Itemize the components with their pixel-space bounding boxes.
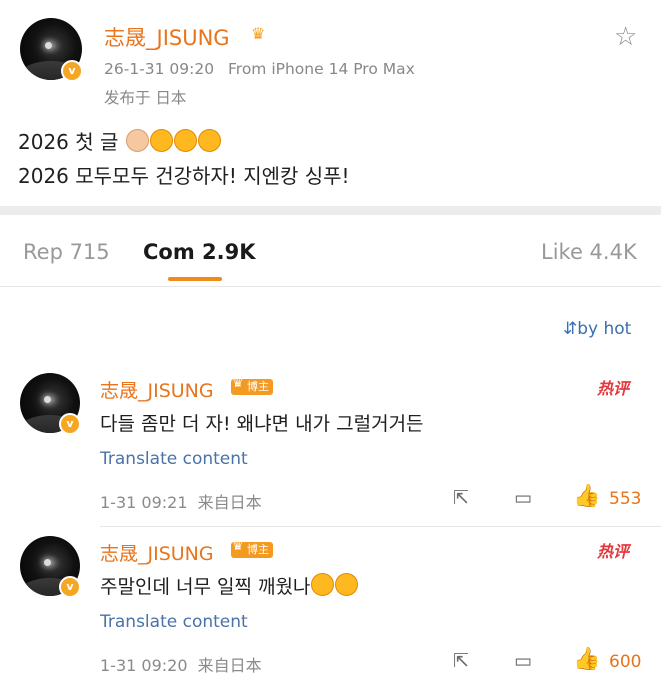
like-count: 553 — [609, 489, 642, 509]
verified-badge-icon: v — [59, 576, 81, 598]
crown-icon: ♛ — [232, 376, 244, 391]
comment-time: 1-31 09:21 来自日本 — [100, 493, 262, 512]
tabs-divider — [0, 286, 661, 287]
laugh-emoji-icon — [173, 129, 197, 152]
thumbs-up-icon[interactable]: 👍 — [573, 484, 600, 509]
sort-icon: ⇵ — [563, 319, 578, 339]
blogger-tag: ♛ 博主 — [231, 376, 273, 395]
avatar-light — [44, 41, 52, 49]
translate-link[interactable]: Translate content — [100, 449, 248, 469]
crown-icon: ♛ — [251, 24, 266, 43]
comment-icon[interactable]: ▭ — [514, 650, 532, 672]
post-source: From iPhone 14 Pro Max — [228, 60, 415, 78]
comment-text: 다들 좀만 더 자! 왜냐면 내가 그럴거거든 — [100, 413, 424, 435]
like-count: 600 — [609, 652, 642, 672]
laugh-emoji-icon — [149, 129, 173, 152]
comment-divider — [100, 526, 661, 527]
author-name[interactable]: 志晟_JISUNG — [104, 22, 230, 52]
crown-icon: ♛ — [232, 539, 244, 554]
avatar-light — [44, 558, 51, 566]
tab-comments[interactable]: Com 2.9K — [143, 240, 256, 264]
active-tab-indicator — [168, 277, 222, 281]
share-icon[interactable]: ⇱ — [453, 650, 469, 672]
post-text-line-2: 2026 모두모두 건강하자! 지엔캉 싱푸! — [18, 164, 350, 188]
tab-likes[interactable]: Like 4.4K — [541, 240, 637, 264]
blogger-tag-label: 博主 — [247, 543, 269, 556]
laugh-emoji-icon — [197, 129, 221, 152]
star-icon[interactable]: ☆ — [614, 22, 637, 52]
comment-author[interactable]: 志晟_JISUNG — [100, 539, 214, 566]
hot-comment-badge: 热评 — [597, 379, 630, 398]
post-location: 发布于 日本 — [104, 89, 187, 107]
blogger-tag-label: 博主 — [247, 380, 269, 393]
comment-icon[interactable]: ▭ — [514, 487, 532, 509]
tab-reposts[interactable]: Rep 715 — [23, 240, 110, 264]
section-divider — [0, 206, 661, 215]
avatar-light — [44, 395, 51, 403]
comment-author[interactable]: 志晟_JISUNG — [100, 376, 214, 403]
comment-text-line: 주말인데 너무 일찍 깨웠나 — [100, 572, 359, 599]
pleading-emoji-icon — [335, 573, 359, 596]
post-text-line-1: 2026 첫 글 — [18, 126, 221, 155]
thumbs-up-icon[interactable]: 👍 — [573, 647, 600, 672]
hot-comment-badge: 热评 — [597, 542, 630, 561]
post-text-1: 2026 첫 글 — [18, 130, 119, 154]
post-timestamp: 26-1-31 09:20 — [104, 60, 215, 78]
blogger-tag: ♛ 博主 — [231, 539, 273, 558]
laugh-emoji-icon — [311, 573, 335, 596]
verified-badge-icon: v — [61, 60, 83, 82]
verified-badge-icon: v — [59, 413, 81, 435]
translate-link[interactable]: Translate content — [100, 612, 248, 632]
kiss-face-emoji-icon — [125, 129, 149, 152]
share-icon[interactable]: ⇱ — [453, 487, 469, 509]
comment-text: 주말인데 너무 일찍 깨웠나 — [100, 576, 311, 598]
comment-time: 1-31 09:20 来自日本 — [100, 656, 262, 675]
sort-by-hot-button[interactable]: ⇵by hot — [563, 319, 631, 339]
sort-label: by hot — [577, 319, 632, 339]
